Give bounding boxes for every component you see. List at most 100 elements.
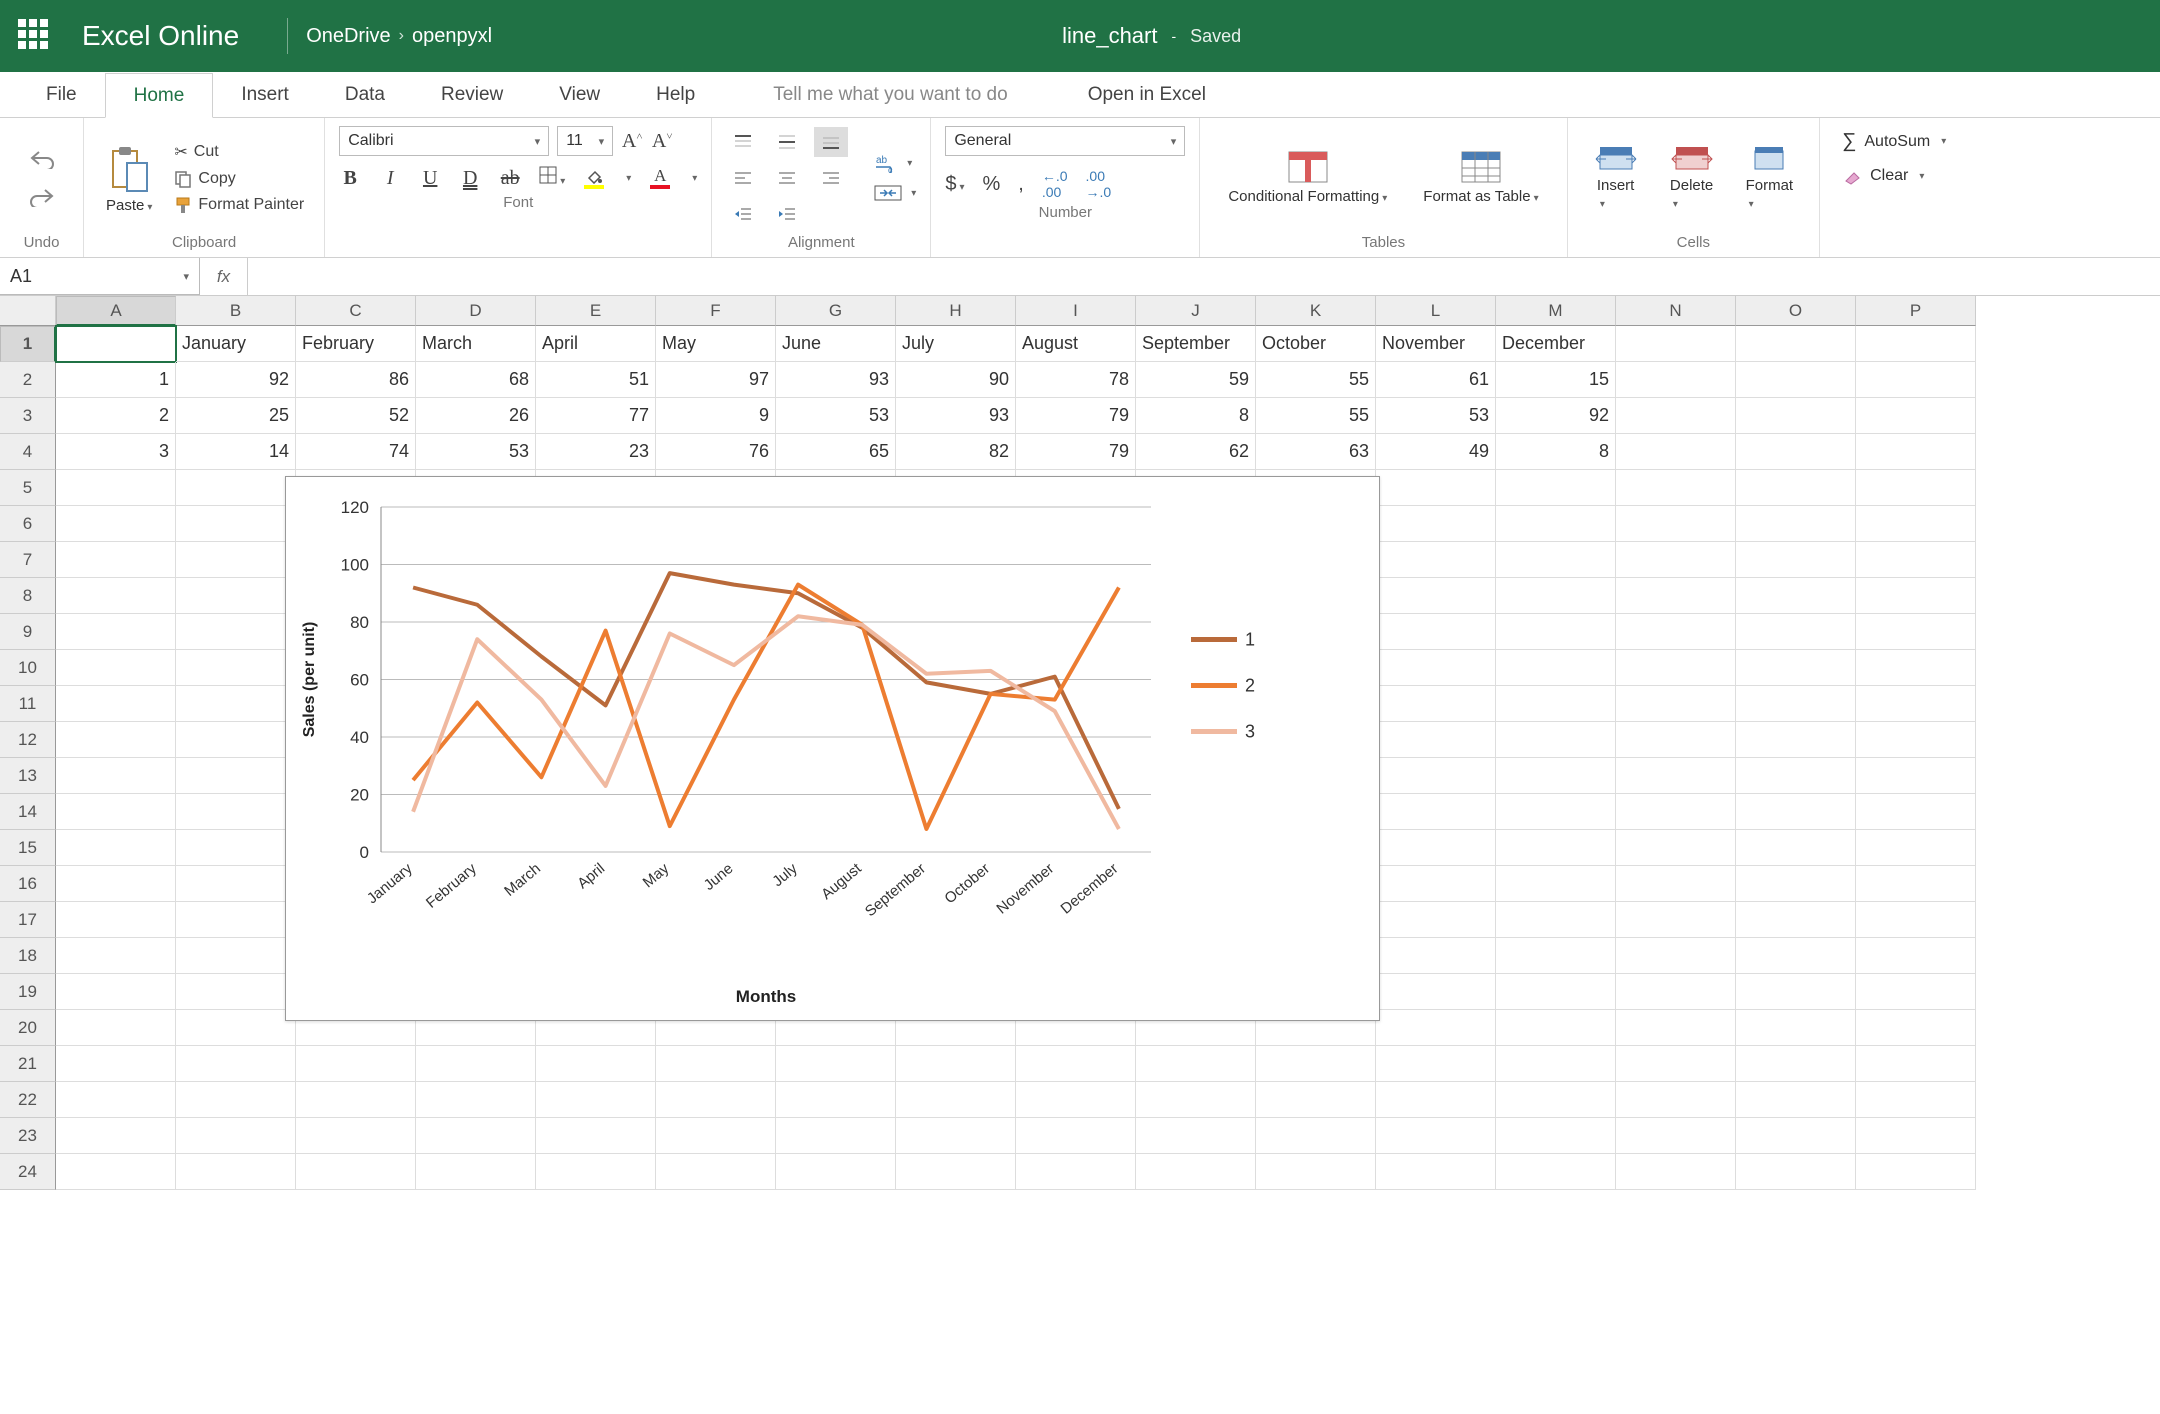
cell[interactable]: 55 xyxy=(1256,362,1376,398)
font-color-button[interactable]: A xyxy=(649,167,671,189)
format-painter-button[interactable]: Format Painter xyxy=(174,196,304,214)
cell[interactable] xyxy=(1856,326,1976,362)
cell[interactable]: February xyxy=(296,326,416,362)
cell[interactable] xyxy=(1496,722,1616,758)
cell[interactable]: 92 xyxy=(176,362,296,398)
row-header[interactable]: 19 xyxy=(0,974,56,1010)
cell[interactable]: 1 xyxy=(56,362,176,398)
cell[interactable] xyxy=(176,866,296,902)
cell[interactable] xyxy=(1496,1082,1616,1118)
cell[interactable] xyxy=(1616,686,1736,722)
cell[interactable] xyxy=(176,1118,296,1154)
cell[interactable] xyxy=(1616,542,1736,578)
cell[interactable]: 79 xyxy=(1016,434,1136,470)
cell[interactable] xyxy=(1736,1082,1856,1118)
cell[interactable] xyxy=(416,1118,536,1154)
cell[interactable] xyxy=(1856,830,1976,866)
cell[interactable]: 15 xyxy=(1496,362,1616,398)
cell[interactable] xyxy=(1496,1046,1616,1082)
cell[interactable] xyxy=(176,794,296,830)
font-size-select[interactable]: 11▾ xyxy=(557,126,613,156)
cell[interactable] xyxy=(1616,470,1736,506)
cell[interactable] xyxy=(56,758,176,794)
cell[interactable] xyxy=(1736,506,1856,542)
cell[interactable]: January xyxy=(176,326,296,362)
cell[interactable] xyxy=(56,902,176,938)
cell[interactable] xyxy=(1616,1154,1736,1190)
cell[interactable]: 51 xyxy=(536,362,656,398)
cell[interactable] xyxy=(56,1046,176,1082)
cell[interactable] xyxy=(1856,1118,1976,1154)
cell[interactable] xyxy=(1376,722,1496,758)
row-header[interactable]: 24 xyxy=(0,1154,56,1190)
row-header[interactable]: 13 xyxy=(0,758,56,794)
tab-home[interactable]: Home xyxy=(105,73,214,118)
cell[interactable] xyxy=(656,1154,776,1190)
cell[interactable] xyxy=(56,578,176,614)
cell[interactable]: 68 xyxy=(416,362,536,398)
redo-button[interactable] xyxy=(29,184,55,210)
cell[interactable] xyxy=(1856,1082,1976,1118)
cell[interactable] xyxy=(1136,1082,1256,1118)
row-header[interactable]: 15 xyxy=(0,830,56,866)
cell[interactable] xyxy=(1496,542,1616,578)
cell[interactable] xyxy=(1736,542,1856,578)
cell[interactable] xyxy=(1376,578,1496,614)
cell[interactable] xyxy=(1736,326,1856,362)
cell[interactable] xyxy=(656,1082,776,1118)
cell[interactable] xyxy=(1856,902,1976,938)
cell[interactable] xyxy=(56,938,176,974)
row-header[interactable]: 12 xyxy=(0,722,56,758)
row-header[interactable]: 11 xyxy=(0,686,56,722)
cell[interactable] xyxy=(176,614,296,650)
cell[interactable] xyxy=(1736,1154,1856,1190)
column-header[interactable]: O xyxy=(1736,296,1856,326)
cell[interactable]: 92 xyxy=(1496,398,1616,434)
cell[interactable] xyxy=(56,1154,176,1190)
cell[interactable] xyxy=(1616,902,1736,938)
cell[interactable] xyxy=(56,1118,176,1154)
cell[interactable] xyxy=(1856,794,1976,830)
cell[interactable] xyxy=(1616,722,1736,758)
fx-icon[interactable]: fx xyxy=(200,258,248,295)
cell[interactable] xyxy=(536,1082,656,1118)
font-color-dropdown[interactable]: ▾ xyxy=(692,173,697,184)
cell[interactable]: December xyxy=(1496,326,1616,362)
cell[interactable]: 93 xyxy=(896,398,1016,434)
cell[interactable] xyxy=(896,1046,1016,1082)
cell[interactable] xyxy=(1856,938,1976,974)
align-right-button[interactable] xyxy=(814,163,848,193)
cell[interactable] xyxy=(1496,758,1616,794)
undo-button[interactable] xyxy=(29,146,55,172)
cell[interactable] xyxy=(1496,974,1616,1010)
cell[interactable] xyxy=(176,1010,296,1046)
cell[interactable] xyxy=(1736,686,1856,722)
row-header[interactable]: 20 xyxy=(0,1010,56,1046)
cell[interactable] xyxy=(296,1118,416,1154)
cell[interactable] xyxy=(1736,902,1856,938)
cell[interactable] xyxy=(1616,506,1736,542)
cell[interactable] xyxy=(1616,614,1736,650)
cell[interactable]: 74 xyxy=(296,434,416,470)
cell[interactable] xyxy=(1376,866,1496,902)
cell[interactable] xyxy=(776,1118,896,1154)
cell[interactable] xyxy=(1736,578,1856,614)
app-launcher-icon[interactable] xyxy=(18,19,52,53)
row-header[interactable]: 10 xyxy=(0,650,56,686)
cell[interactable] xyxy=(1856,866,1976,902)
cell[interactable] xyxy=(656,1046,776,1082)
cell[interactable] xyxy=(1856,722,1976,758)
row-header[interactable]: 3 xyxy=(0,398,56,434)
column-header[interactable]: N xyxy=(1616,296,1736,326)
align-top-button[interactable] xyxy=(726,127,760,157)
cell[interactable] xyxy=(1616,398,1736,434)
insert-cells-button[interactable]: Insert▾ xyxy=(1582,145,1650,211)
cell[interactable] xyxy=(1616,830,1736,866)
cell[interactable] xyxy=(296,1046,416,1082)
row-header[interactable]: 1 xyxy=(0,326,56,362)
cell[interactable] xyxy=(56,650,176,686)
cell[interactable] xyxy=(56,722,176,758)
cell[interactable]: April xyxy=(536,326,656,362)
column-header[interactable]: K xyxy=(1256,296,1376,326)
cell[interactable] xyxy=(176,902,296,938)
